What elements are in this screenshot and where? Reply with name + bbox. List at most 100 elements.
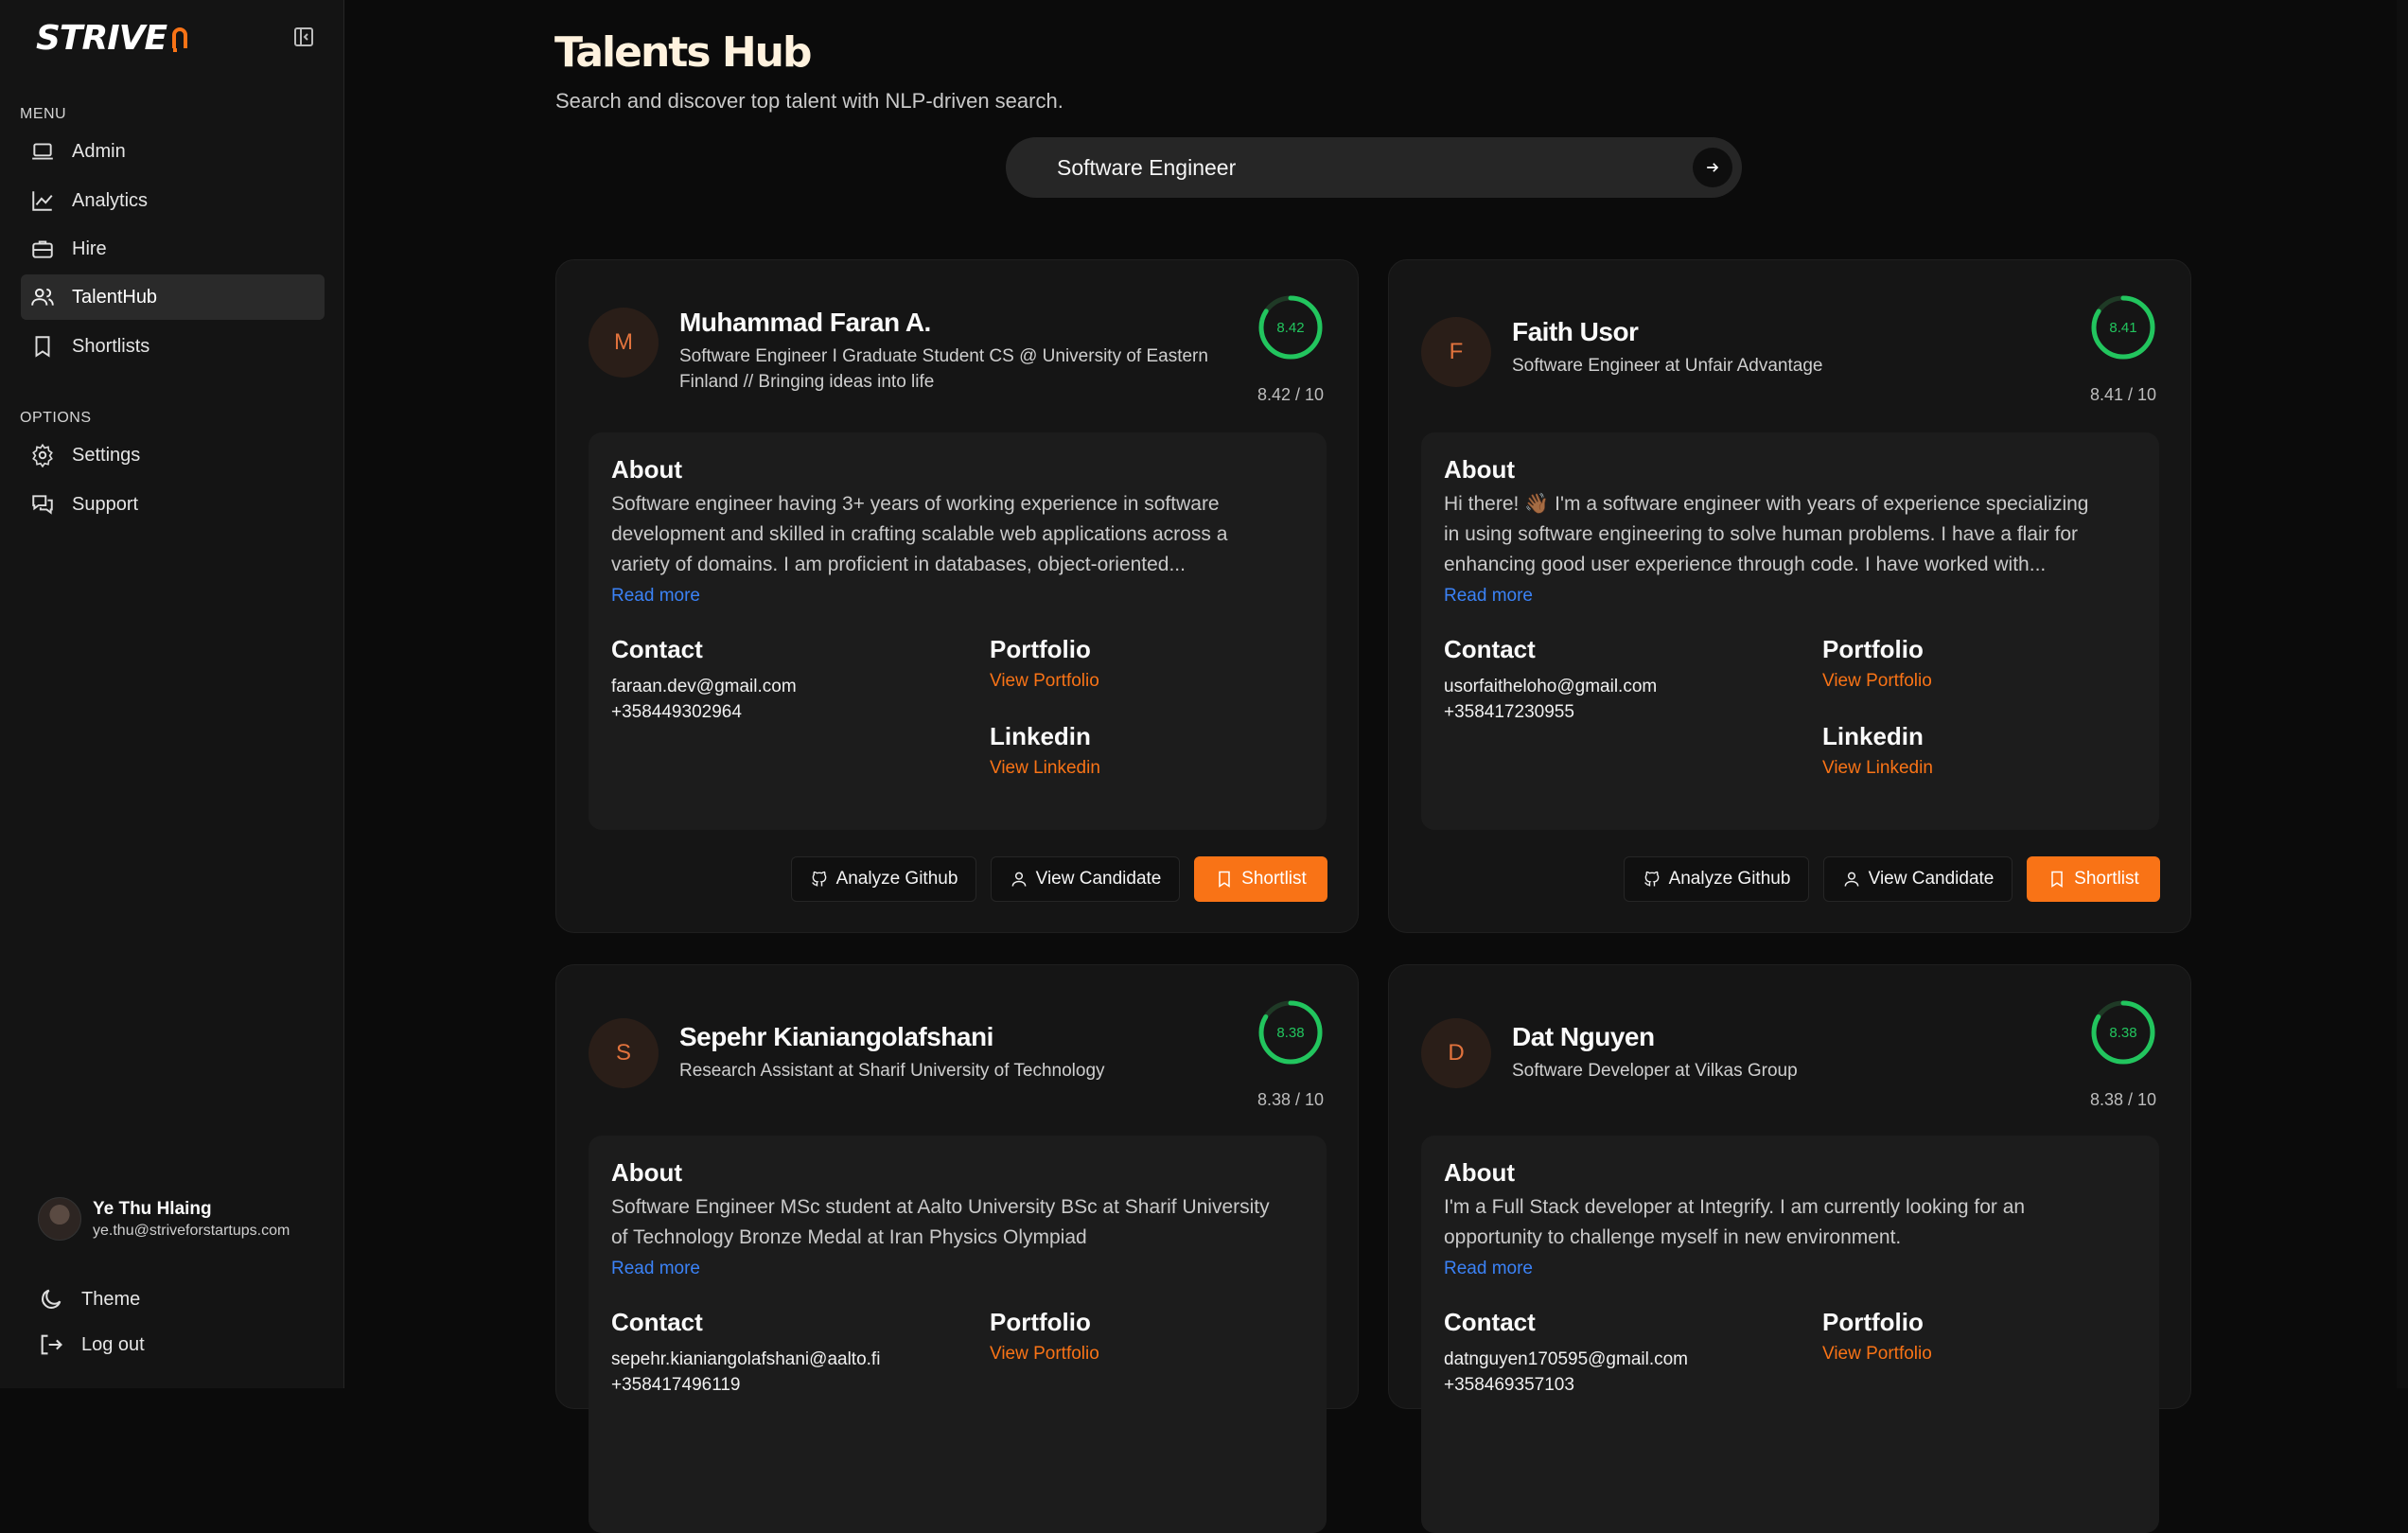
avatar (38, 1197, 81, 1241)
view-portfolio-link[interactable]: View Portfolio (1822, 1344, 1932, 1365)
about-text: Hi there! 👋🏾 I'm a software engineer wit… (1444, 489, 2144, 580)
portfolio-heading: Portfolio (1822, 635, 1924, 663)
candidate-card: F Faith Usor Software Engineer at Unfair… (1388, 259, 2191, 933)
sidebar: STRIVE MENU Admin Analytics Hire TalentH… (0, 0, 344, 1388)
menu-section-label: MENU (20, 106, 67, 122)
search-input[interactable]: Software Engineer (1057, 155, 1236, 181)
about-heading: About (611, 1158, 683, 1187)
view-linkedin-link[interactable]: View Linkedin (1822, 758, 1933, 779)
view-candidate-button[interactable]: View Candidate (991, 856, 1180, 902)
candidate-name: Faith Usor (1512, 317, 1639, 346)
contact-heading: Contact (611, 635, 703, 663)
analyze-github-button[interactable]: Analyze Github (791, 856, 976, 902)
score-text: 8.38 / 10 (1257, 1090, 1324, 1109)
sidebar-item-label: TalentHub (72, 286, 158, 308)
contact-heading: Contact (1444, 1308, 1536, 1336)
sidebar-item-label: Hire (72, 238, 107, 259)
view-linkedin-link[interactable]: View Linkedin (990, 758, 1100, 779)
score-ring-value: 8.38 (1276, 1025, 1304, 1041)
view-portfolio-link[interactable]: View Portfolio (1822, 671, 1932, 692)
button-label: Analyze Github (1668, 869, 1791, 889)
contact-heading: Contact (611, 1308, 703, 1336)
sidebar-item-label: Admin (72, 140, 126, 162)
logout-icon (41, 1334, 62, 1355)
about-heading: About (611, 455, 683, 484)
candidate-avatar: D (1421, 1018, 1491, 1088)
score-text: 8.38 / 10 (2089, 1090, 2156, 1109)
view-portfolio-link[interactable]: View Portfolio (990, 671, 1099, 692)
candidate-details: About Hi there! 👋🏾 I'm a software engine… (1421, 432, 2159, 830)
score-text: 8.42 / 10 (1257, 385, 1324, 404)
theme-label: Theme (81, 1288, 141, 1310)
sidebar-item-settings[interactable]: Settings (21, 432, 325, 478)
collapse-sidebar-icon[interactable] (291, 25, 316, 49)
read-more-link[interactable]: Read more (611, 1259, 700, 1279)
page-subtitle: Search and discover top talent with NLP-… (555, 89, 1063, 113)
sidebar-item-label: Support (72, 493, 139, 515)
line-chart-icon (32, 191, 53, 211)
candidate-avatar: S (589, 1018, 659, 1088)
about-text: I'm a Full Stack developer at Integrify.… (1444, 1192, 2144, 1253)
sidebar-item-label: Shortlists (72, 335, 150, 357)
candidate-avatar: M (589, 308, 659, 378)
user-name: Ye Thu Hlaing (93, 1198, 212, 1219)
sidebar-item-support[interactable]: Support (21, 482, 325, 527)
user-icon (1011, 872, 1027, 887)
score-ring-value: 8.41 (2109, 320, 2136, 336)
score-ring: 8.41 (2091, 295, 2155, 360)
candidate-details: About Software Engineer MSc student at A… (589, 1136, 1327, 1533)
about-text: Software Engineer MSc student at Aalto U… (611, 1192, 1311, 1253)
read-more-link[interactable]: Read more (1444, 586, 1533, 607)
user-icon (1844, 872, 1859, 887)
users-icon (31, 288, 54, 306)
arrow-right-icon (1707, 163, 1719, 172)
sidebar-item-admin[interactable]: Admin (21, 129, 325, 174)
sidebar-item-analytics[interactable]: Analytics (21, 178, 325, 223)
sidebar-item-talenthub[interactable]: TalentHub (21, 274, 325, 320)
theme-toggle[interactable]: Theme (38, 1286, 140, 1313)
read-more-link[interactable]: Read more (611, 586, 700, 607)
sidebar-item-hire[interactable]: Hire (21, 226, 325, 272)
candidate-card: D Dat Nguyen Software Developer at Vilka… (1388, 964, 2191, 1533)
gear-icon (32, 443, 53, 467)
candidate-title: Software Engineer at Unfair Advantage (1512, 356, 1823, 376)
score-ring: 8.38 (2091, 1000, 2155, 1065)
github-icon (1643, 871, 1659, 887)
search-bar[interactable]: Software Engineer (1006, 137, 1742, 198)
sidebar-item-shortlists[interactable]: Shortlists (21, 324, 325, 369)
github-icon (811, 871, 826, 887)
contact-email: sepehr.kianiangolafshani@aalto.fi (611, 1349, 881, 1369)
about-line: development and skilled in crafting scal… (611, 523, 1228, 545)
linkedin-heading: Linkedin (990, 722, 1091, 750)
button-label: View Candidate (1035, 869, 1162, 889)
bookmark-icon (1219, 871, 1230, 888)
scrollbar[interactable] (2397, 0, 2408, 1388)
contact-phone: +358417496119 (611, 1375, 741, 1395)
about-heading: About (1444, 1158, 1516, 1187)
bookmark-icon (35, 336, 50, 358)
view-candidate-button[interactable]: View Candidate (1823, 856, 2013, 902)
logo-mark-icon (172, 26, 188, 52)
button-label: Analyze Github (835, 869, 958, 889)
shortlist-button[interactable]: Shortlist (2027, 856, 2160, 902)
contact-heading: Contact (1444, 635, 1536, 663)
about-line: I'm a Full Stack developer at Integrify.… (1444, 1196, 2026, 1218)
app-logo[interactable]: STRIVE (36, 19, 189, 58)
search-submit-button[interactable] (1693, 148, 1732, 187)
score-text: 8.41 / 10 (2089, 385, 2156, 404)
shortlist-button[interactable]: Shortlist (1194, 856, 1327, 902)
about-line: Software Engineer MSc student at Aalto U… (611, 1196, 1270, 1218)
analyze-github-button[interactable]: Analyze Github (1624, 856, 1809, 902)
score-ring-value: 8.42 (1276, 320, 1304, 336)
candidate-title: Software Engineer I Graduate Student CS … (679, 346, 1208, 392)
user-email: ye.thu@striveforstartups.com (93, 1222, 290, 1239)
moon-icon (42, 1289, 62, 1309)
about-line: opportunity to challenge myself in new e… (1444, 1226, 1902, 1248)
view-portfolio-link[interactable]: View Portfolio (990, 1344, 1099, 1365)
chat-icon (32, 495, 53, 515)
user-profile[interactable]: Ye Thu Hlaing ye.thu@striveforstartups.c… (38, 1197, 290, 1241)
logout-button[interactable]: Log out (38, 1331, 145, 1358)
read-more-link[interactable]: Read more (1444, 1259, 1533, 1279)
portfolio-heading: Portfolio (990, 635, 1091, 663)
contact-phone: +358469357103 (1444, 1375, 1574, 1395)
